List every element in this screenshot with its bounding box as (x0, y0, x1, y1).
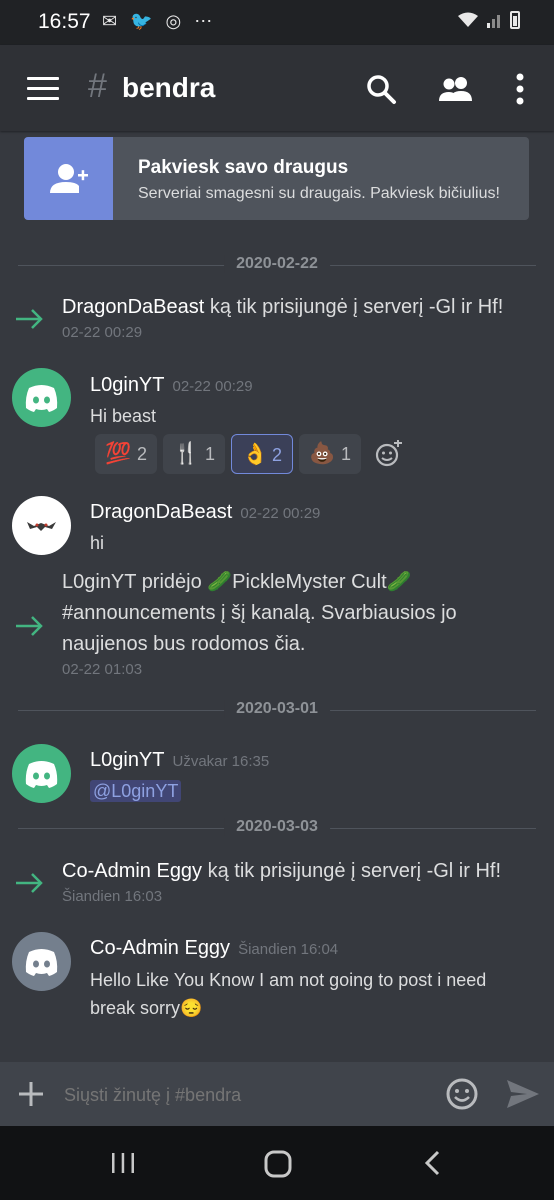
add-attachment-icon[interactable] (18, 1081, 44, 1107)
message-composer (0, 1062, 554, 1126)
message-input[interactable] (62, 1078, 426, 1112)
send-icon[interactable] (505, 1077, 541, 1111)
message-content: @L0ginYT (90, 777, 524, 805)
battery-icon (510, 11, 520, 29)
message-timestamp: 02-22 00:29 (172, 378, 253, 395)
member-name[interactable]: DragonDaBeast (62, 296, 204, 318)
message-content: break sorry😔 (90, 998, 203, 1018)
add-reaction-icon[interactable] (375, 440, 403, 468)
message-timestamp: 02-22 00:29 (62, 324, 143, 341)
message-timestamp: 02-22 01:03 (62, 661, 143, 678)
invite-subtitle: Serveriai smagesni su draugais. Pakviesk… (138, 185, 500, 202)
more-icon[interactable] (505, 71, 535, 107)
message-author[interactable]: Co-Admin Eggy Šiandien 16:04 (90, 937, 338, 960)
date-divider: 2020-02-22 (18, 255, 536, 275)
invite-icon-box (24, 137, 113, 220)
discord-logo-icon (25, 385, 58, 412)
avatar[interactable] (12, 744, 71, 803)
message-timestamp: Šiandien 16:03 (62, 888, 163, 905)
channel-title: bendra (122, 72, 216, 103)
recent-apps-icon[interactable] (110, 1151, 136, 1175)
system-message-text: Co-Admin Eggy ką tik prisijungė į server… (62, 860, 502, 882)
reaction-ok-hand[interactable]: 👌 2 (231, 434, 293, 474)
system-message-text: DragonDaBeast ką tik prisijungė į server… (62, 296, 504, 318)
avatar[interactable] (12, 496, 71, 555)
channel-header: # bendra (0, 45, 554, 131)
join-arrow-icon (16, 309, 43, 329)
message-author[interactable]: DragonDaBeast 02-22 00:29 (90, 501, 320, 524)
notification-icons: ✉ 🐦 ◎ ⋯ (102, 11, 217, 31)
join-arrow-icon (16, 616, 43, 636)
message-content: hi (90, 533, 105, 553)
add-friend-icon (50, 164, 88, 193)
channel-hash-icon: # (88, 67, 107, 105)
message-timestamp: Užvakar 16:35 (172, 753, 270, 770)
member-name[interactable]: Co-Admin Eggy (62, 860, 202, 882)
system-message-text: L0ginYT pridėjo 🥒PickleMyster Cult🥒 (62, 571, 412, 593)
message-timestamp: 02-22 00:29 (240, 505, 321, 522)
reaction-poop[interactable]: 💩 1 (299, 434, 361, 474)
invite-friends-banner[interactable]: Pakviesk savo draugus Serveriai smagesni… (24, 137, 529, 220)
date-divider-label: 2020-02-22 (224, 255, 330, 273)
avatar[interactable] (12, 368, 71, 427)
wifi-icon (458, 12, 479, 27)
user-mention[interactable]: @L0ginYT (90, 780, 182, 802)
message-content: Hi beast (90, 406, 157, 426)
home-icon[interactable] (264, 1150, 292, 1178)
date-divider: 2020-03-03 (18, 818, 536, 838)
system-navigation-bar (0, 1126, 554, 1200)
back-icon[interactable] (422, 1149, 442, 1177)
join-arrow-icon (16, 873, 43, 893)
discord-logo-icon (25, 761, 58, 788)
reaction-fork-knife[interactable]: 🍴 1 (163, 434, 225, 474)
invite-title: Pakviesk savo draugus (138, 157, 349, 178)
reaction-100[interactable]: 💯 2 (95, 434, 157, 474)
avatar[interactable] (12, 932, 71, 991)
message-author[interactable]: L0ginYT 02-22 00:29 (90, 374, 253, 397)
status-bar: 16:57 ✉ 🐦 ◎ ⋯ (0, 0, 554, 45)
message-author[interactable]: L0ginYT Užvakar 16:35 (90, 749, 269, 772)
system-message-text: naujienos bus rodomos čia. (62, 633, 306, 655)
signal-icon (486, 15, 500, 28)
system-status-icons (457, 11, 520, 29)
message-content: Hello Like You Know I am not going to po… (90, 970, 487, 990)
discord-logo-icon (25, 949, 58, 976)
search-icon[interactable] (363, 71, 399, 107)
dragon-avatar-icon (27, 522, 56, 531)
emoji-picker-icon[interactable] (445, 1077, 479, 1111)
status-time: 16:57 (38, 10, 91, 33)
message-timestamp: Šiandien 16:04 (238, 941, 339, 958)
menu-icon[interactable] (27, 77, 59, 100)
date-divider: 2020-03-01 (18, 700, 536, 720)
date-divider-label: 2020-03-03 (224, 818, 330, 836)
members-icon[interactable] (436, 71, 476, 107)
system-message-text: #announcements į šį kanalą. Svarbiausios… (62, 602, 457, 624)
date-divider-label: 2020-03-01 (224, 700, 330, 718)
